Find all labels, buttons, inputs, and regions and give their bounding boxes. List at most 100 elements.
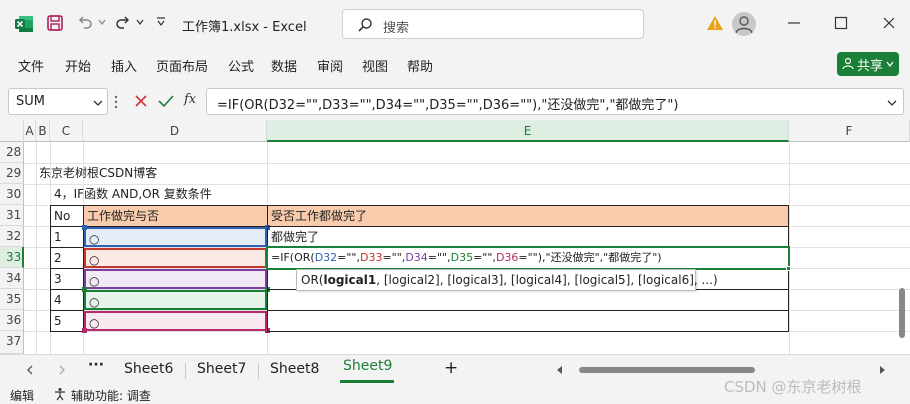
- column-header-d[interactable]: D: [83, 120, 267, 142]
- enter-icon[interactable]: [158, 94, 174, 108]
- column-header-f[interactable]: F: [789, 120, 910, 142]
- active-cell-e33[interactable]: =IF(OR(D32="",D33="",D34="",D35="",D36="…: [266, 246, 790, 270]
- sheet-tab-sheet8[interactable]: Sheet8: [270, 361, 319, 377]
- cancel-icon[interactable]: [134, 94, 148, 108]
- warning-icon[interactable]: [706, 14, 724, 32]
- maximize-icon[interactable]: [832, 14, 850, 32]
- cell-e36[interactable]: [267, 310, 789, 332]
- row-header-28[interactable]: 28: [0, 142, 24, 163]
- tab-page-layout[interactable]: 页面布局: [156, 56, 208, 75]
- close-icon[interactable]: [880, 14, 898, 32]
- tab-formulas[interactable]: 公式: [228, 56, 254, 75]
- scroll-left-icon[interactable]: [555, 365, 565, 375]
- accessibility-status[interactable]: 辅助功能: 调查: [71, 387, 151, 404]
- radio-icon: ○: [89, 316, 100, 330]
- sheet-tab-sheet9[interactable]: Sheet9: [343, 358, 392, 374]
- row-header-32[interactable]: 32: [0, 226, 24, 247]
- worksheet-grid[interactable]: A B C D E F 28 29 30 31 32 33 34 35 36 3…: [0, 120, 910, 354]
- horizontal-scrollbar[interactable]: [555, 363, 885, 377]
- select-all-corner[interactable]: [0, 120, 24, 142]
- formula-part: ="",: [382, 251, 406, 264]
- cell-e32[interactable]: 都做完了: [267, 226, 789, 248]
- cell-d35[interactable]: ○: [84, 290, 267, 310]
- tab-home[interactable]: 开始: [65, 56, 91, 75]
- function-tooltip[interactable]: OR(logical1, [logical2], [logical3], [lo…: [296, 269, 718, 291]
- scroll-right-icon[interactable]: [877, 365, 887, 375]
- user-avatar[interactable]: [732, 12, 756, 36]
- more-options-icon[interactable]: [114, 94, 118, 110]
- tab-data[interactable]: 数据: [271, 56, 297, 75]
- chevron-right-icon[interactable]: [56, 364, 68, 376]
- cell-d36[interactable]: ○: [84, 311, 267, 331]
- active-tab-indicator: [340, 380, 394, 383]
- chevron-left-icon[interactable]: [24, 364, 36, 376]
- radio-icon: ○: [89, 232, 100, 246]
- sheet-tab-sheet6[interactable]: Sheet6: [124, 361, 173, 377]
- column-header-e[interactable]: E: [267, 120, 789, 142]
- fill-handle[interactable]: [786, 266, 791, 271]
- add-sheet-button[interactable]: +: [444, 358, 458, 378]
- save-icon[interactable]: [46, 14, 64, 32]
- row-header-29[interactable]: 29: [0, 163, 24, 184]
- scrollbar-thumb[interactable]: [579, 367, 755, 373]
- table-header-d[interactable]: 工作做完与否: [83, 205, 268, 227]
- share-button[interactable]: 共享: [837, 52, 899, 76]
- name-box[interactable]: SUM: [8, 88, 108, 115]
- undo-icon[interactable]: [76, 14, 94, 32]
- cell-no-5[interactable]: 5: [50, 310, 84, 332]
- tab-file[interactable]: 文件: [18, 56, 44, 75]
- range-handle[interactable]: [82, 225, 87, 230]
- cell-no-2[interactable]: 2: [50, 247, 84, 269]
- cell-e35[interactable]: [267, 289, 789, 311]
- range-handle[interactable]: [82, 328, 87, 333]
- vertical-scrollbar[interactable]: [895, 142, 909, 354]
- accessibility-icon[interactable]: [53, 387, 67, 401]
- column-header-a[interactable]: A: [24, 120, 36, 142]
- search-box[interactable]: 搜索: [342, 9, 644, 39]
- row-header-36[interactable]: 36: [0, 310, 24, 331]
- tab-separator: [258, 363, 259, 379]
- row-header-34[interactable]: 34: [0, 268, 24, 289]
- expand-formula-bar-icon[interactable]: [887, 99, 897, 107]
- cell-b29[interactable]: 东京老树根CSDN博客: [36, 163, 157, 184]
- sheet-tab-sheet7[interactable]: Sheet7: [197, 361, 246, 377]
- column-header-c[interactable]: C: [50, 120, 83, 142]
- ref-d32: D32: [314, 251, 338, 264]
- row-header-31[interactable]: 31: [0, 205, 24, 226]
- range-handle[interactable]: [82, 287, 87, 292]
- cell-d32[interactable]: ○: [84, 227, 267, 247]
- insert-function-button[interactable]: fx: [184, 92, 196, 107]
- formula-input[interactable]: =IF(OR(D32="",D33="",D34="",D35="",D36="…: [206, 88, 904, 115]
- row-header-37[interactable]: 37: [0, 331, 24, 354]
- tab-help[interactable]: 帮助: [407, 56, 433, 75]
- redo-dropdown-icon[interactable]: [136, 18, 144, 26]
- formula-part: ="",: [337, 251, 360, 264]
- radio-icon: ○: [89, 253, 100, 267]
- minimize-icon[interactable]: [785, 14, 803, 32]
- row-header-33[interactable]: 33: [0, 247, 24, 268]
- more-sheets-button[interactable]: ···: [88, 357, 104, 373]
- ref-d36: D36: [495, 251, 519, 264]
- scrollbar-thumb[interactable]: [899, 288, 905, 338]
- cell-no-1[interactable]: 1: [50, 226, 84, 248]
- undo-dropdown-icon[interactable]: [98, 18, 106, 26]
- cell-no-4[interactable]: 4: [50, 289, 84, 311]
- cell-c30[interactable]: 4，IF函数 AND,OR 复数条件: [50, 184, 212, 205]
- table-header-no[interactable]: No: [50, 205, 84, 227]
- table-header-e[interactable]: 受否工作都做完了: [267, 205, 789, 227]
- cell-no-3[interactable]: 3: [50, 268, 84, 290]
- tooltip-current-arg: logical1: [323, 273, 377, 287]
- row-header-35[interactable]: 35: [0, 289, 24, 310]
- excel-logo-icon: [15, 16, 33, 32]
- tab-insert[interactable]: 插入: [111, 56, 137, 75]
- redo-icon[interactable]: [114, 14, 132, 32]
- tab-review[interactable]: 审阅: [317, 56, 343, 75]
- formula-part: =IF(OR(: [271, 251, 315, 264]
- formula-part: ="",: [473, 251, 496, 264]
- cell-d34[interactable]: ○: [84, 269, 267, 289]
- customize-toolbar-icon[interactable]: [156, 17, 166, 27]
- column-header-b[interactable]: B: [36, 120, 50, 142]
- tab-view[interactable]: 视图: [362, 56, 388, 75]
- cell-d33[interactable]: ○: [84, 248, 267, 268]
- row-header-30[interactable]: 30: [0, 184, 24, 205]
